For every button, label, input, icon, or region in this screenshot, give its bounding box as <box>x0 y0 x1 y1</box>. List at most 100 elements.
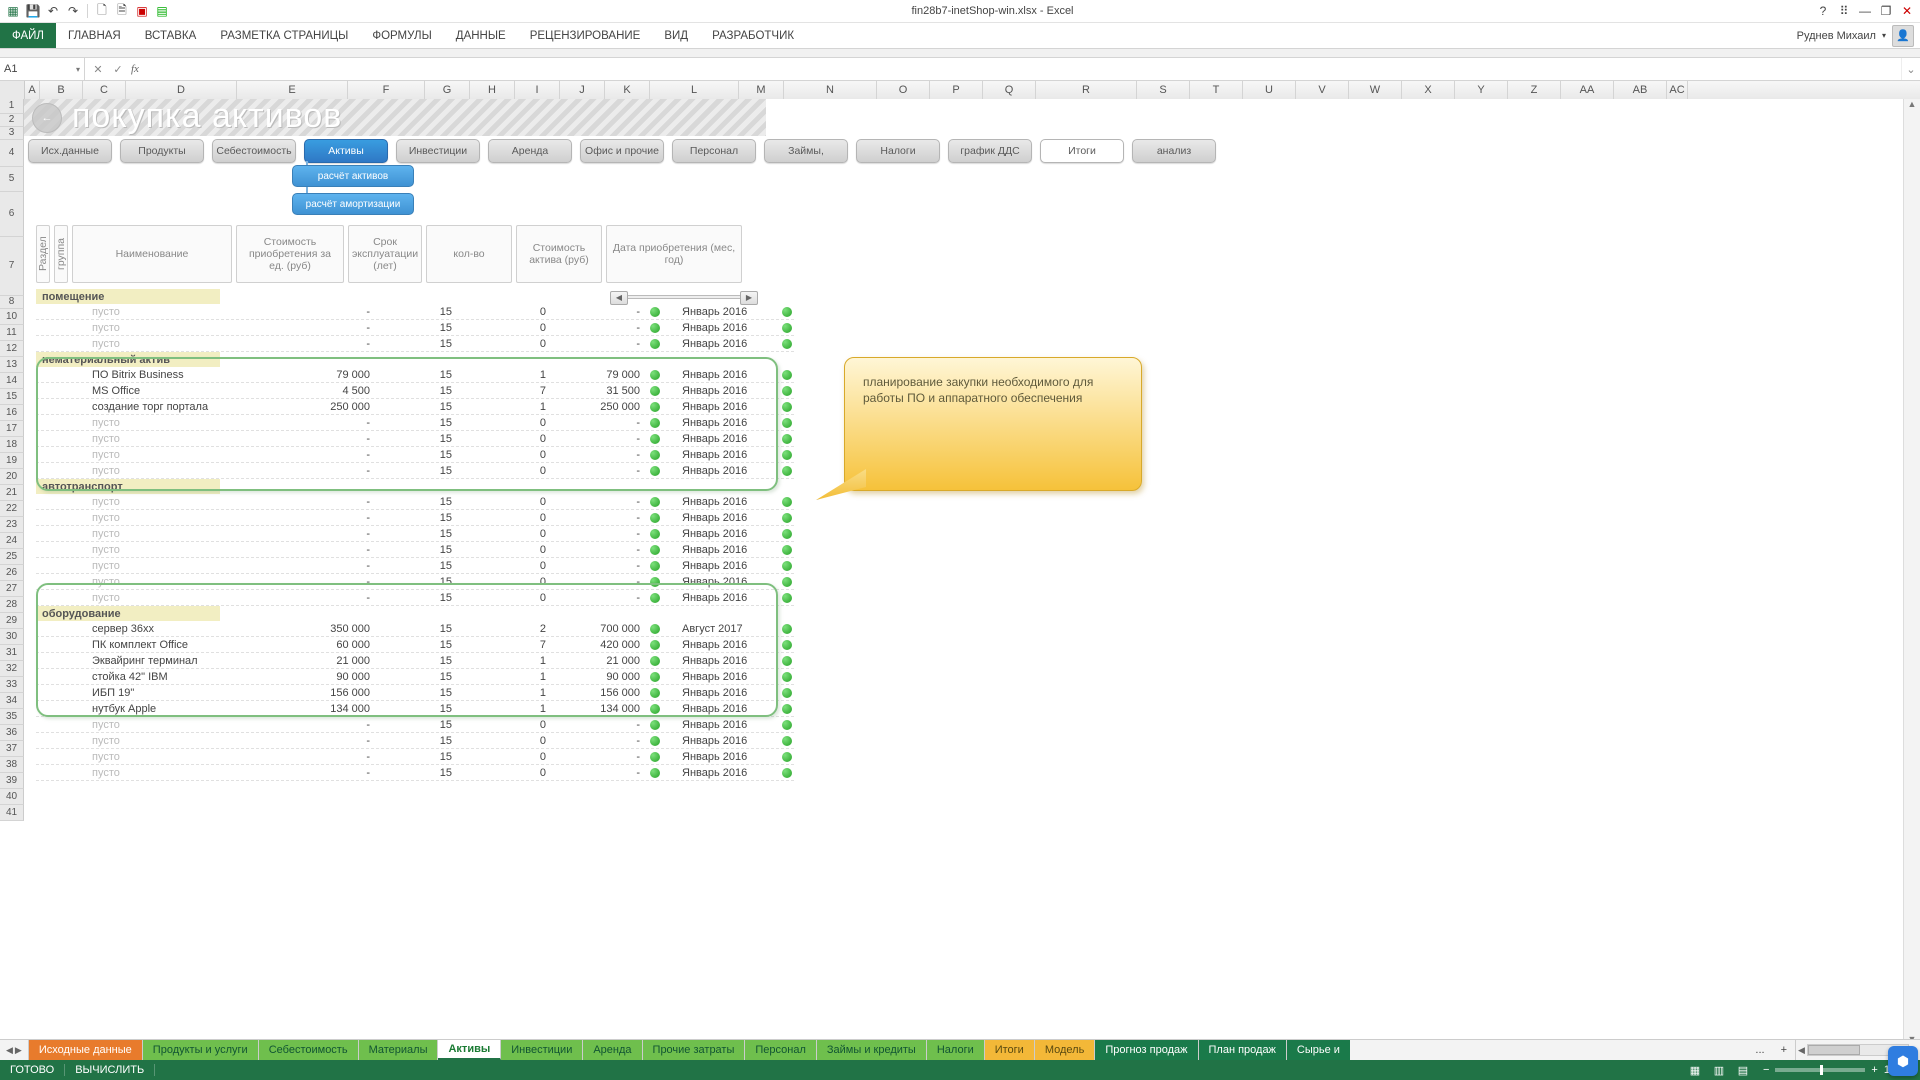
cell-qty[interactable]: 0 <box>460 735 554 747</box>
cell-life[interactable]: 15 <box>378 751 460 763</box>
cell-name[interactable]: пусто <box>72 449 262 461</box>
col-header-P[interactable]: P <box>930 81 983 99</box>
cell-cost[interactable]: - <box>262 592 378 604</box>
cell-value[interactable]: - <box>554 449 648 461</box>
cell-life[interactable]: 15 <box>378 338 460 350</box>
sheet-tab[interactable]: Сырье и <box>1287 1040 1350 1060</box>
cell-name[interactable]: пусто <box>72 767 262 779</box>
sheet-content[interactable]: ← покупка активов Исх.данныеПродуктыСебе… <box>24 99 1920 1044</box>
sheet-tab[interactable]: Налоги <box>927 1040 985 1060</box>
col-header-L[interactable]: L <box>650 81 739 99</box>
cell-name[interactable]: пусто <box>72 417 262 429</box>
col-header-C[interactable]: C <box>83 81 126 99</box>
cell-cost[interactable]: 4 500 <box>262 385 378 397</box>
cell-cost[interactable]: 90 000 <box>262 671 378 683</box>
cell-date[interactable]: Январь 2016 <box>662 560 778 572</box>
ribbon-tab-файл[interactable]: ФАЙЛ <box>0 23 56 48</box>
expand-formula-bar-icon[interactable]: ⌄ <box>1901 58 1920 80</box>
cell-value[interactable]: - <box>554 417 648 429</box>
cell-date[interactable]: Январь 2016 <box>662 322 778 334</box>
cell-life[interactable]: 15 <box>378 576 460 588</box>
data-row[interactable]: пусто-150-Январь 2016 <box>36 749 794 765</box>
tabs-overflow[interactable]: ... <box>1747 1040 1772 1060</box>
row-header-32[interactable]: 32 <box>0 661 24 677</box>
cell-date[interactable]: Январь 2016 <box>662 401 778 413</box>
col-header-Y[interactable]: Y <box>1455 81 1508 99</box>
col-header-E[interactable]: E <box>237 81 348 99</box>
cell-life[interactable]: 15 <box>378 687 460 699</box>
cell-name[interactable]: пусто <box>72 338 262 350</box>
cell-cost[interactable]: 134 000 <box>262 703 378 715</box>
cell-cost[interactable]: - <box>262 465 378 477</box>
zoom-thumb[interactable] <box>1820 1065 1823 1075</box>
cell-life[interactable]: 15 <box>378 385 460 397</box>
cell-life[interactable]: 15 <box>378 767 460 779</box>
col-header-Z[interactable]: Z <box>1508 81 1561 99</box>
row-header-19[interactable]: 19 <box>0 453 24 469</box>
cell-name[interactable]: пусто <box>72 735 262 747</box>
sheet-tab[interactable]: Аренда <box>583 1040 642 1060</box>
cell-date[interactable]: Январь 2016 <box>662 767 778 779</box>
nav-button[interactable]: Себестоимость <box>212 139 296 163</box>
row-header-34[interactable]: 34 <box>0 693 24 709</box>
row-header-39[interactable]: 39 <box>0 773 24 789</box>
sheet-tab[interactable]: Прочие затраты <box>643 1040 746 1060</box>
cell-qty[interactable]: 7 <box>460 385 554 397</box>
data-row[interactable]: пусто-150-Январь 2016 <box>36 510 794 526</box>
cell-name[interactable]: сервер 36хх <box>72 623 262 635</box>
cell-qty[interactable]: 0 <box>460 512 554 524</box>
cell-name[interactable]: нутбук Apple <box>72 703 262 715</box>
cell-date[interactable]: Январь 2016 <box>662 671 778 683</box>
cell-date[interactable]: Январь 2016 <box>662 655 778 667</box>
cell-qty[interactable]: 0 <box>460 465 554 477</box>
data-row[interactable]: пусто-150-Январь 2016 <box>36 494 794 510</box>
floating-assist-button[interactable]: ⬢ <box>1888 1046 1918 1076</box>
ribbon-tab-рецензирование[interactable]: РЕЦЕНЗИРОВАНИЕ <box>518 23 653 48</box>
cell-date[interactable]: Январь 2016 <box>662 751 778 763</box>
cell-value[interactable]: - <box>554 528 648 540</box>
cell-qty[interactable]: 0 <box>460 528 554 540</box>
row-header-13[interactable]: 13 <box>0 357 24 373</box>
col-header-X[interactable]: X <box>1402 81 1455 99</box>
cell-name[interactable]: пусто <box>72 433 262 445</box>
row-header-31[interactable]: 31 <box>0 645 24 661</box>
ribbon-tab-формулы[interactable]: ФОРМУЛЫ <box>360 23 443 48</box>
cell-value[interactable]: 156 000 <box>554 687 648 699</box>
nav-button[interactable]: анализ <box>1132 139 1216 163</box>
cell-life[interactable]: 15 <box>378 496 460 508</box>
ribbon-options-icon[interactable]: ⠿ <box>1835 2 1853 20</box>
help-icon[interactable]: ? <box>1814 2 1832 20</box>
cell-date[interactable]: Январь 2016 <box>662 306 778 318</box>
data-row[interactable]: MS Office4 50015731 500Январь 2016 <box>36 383 794 399</box>
sheet-tab[interactable]: План продаж <box>1199 1040 1287 1060</box>
data-row[interactable]: пусто-150-Январь 2016 <box>36 304 794 320</box>
col-header-U[interactable]: U <box>1243 81 1296 99</box>
cell-name[interactable]: пусто <box>72 560 262 572</box>
col-header-V[interactable]: V <box>1296 81 1349 99</box>
data-row[interactable]: пусто-150-Январь 2016 <box>36 542 794 558</box>
cell-value[interactable]: - <box>554 735 648 747</box>
ribbon-tab-разработчик[interactable]: РАЗРАБОТЧИК <box>700 23 806 48</box>
cell-life[interactable]: 15 <box>378 433 460 445</box>
cell-cost[interactable]: 156 000 <box>262 687 378 699</box>
sheet-tab[interactable]: Займы и кредиты <box>817 1040 927 1060</box>
cell-cost[interactable]: - <box>262 735 378 747</box>
cell-life[interactable]: 15 <box>378 623 460 635</box>
col-header-O[interactable]: O <box>877 81 930 99</box>
data-row[interactable]: стойка 42" IBM90 00015190 000Январь 2016 <box>36 669 794 685</box>
col-header-D[interactable]: D <box>126 81 237 99</box>
sheet-tab[interactable]: Материалы <box>359 1040 439 1060</box>
cell-value[interactable]: 31 500 <box>554 385 648 397</box>
cell-qty[interactable]: 0 <box>460 544 554 556</box>
cell-cost[interactable]: - <box>262 306 378 318</box>
row-header-14[interactable]: 14 <box>0 373 24 389</box>
cell-cost[interactable]: - <box>262 528 378 540</box>
cell-value[interactable]: - <box>554 496 648 508</box>
cell-date[interactable]: Январь 2016 <box>662 544 778 556</box>
cell-date[interactable]: Январь 2016 <box>662 369 778 381</box>
close-icon[interactable]: ✕ <box>1898 2 1916 20</box>
cell-name[interactable]: пусто <box>72 751 262 763</box>
cell-name[interactable]: пусто <box>72 306 262 318</box>
cell-qty[interactable]: 1 <box>460 369 554 381</box>
data-row[interactable]: сервер 36хх350 000152700 000Август 2017 <box>36 621 794 637</box>
